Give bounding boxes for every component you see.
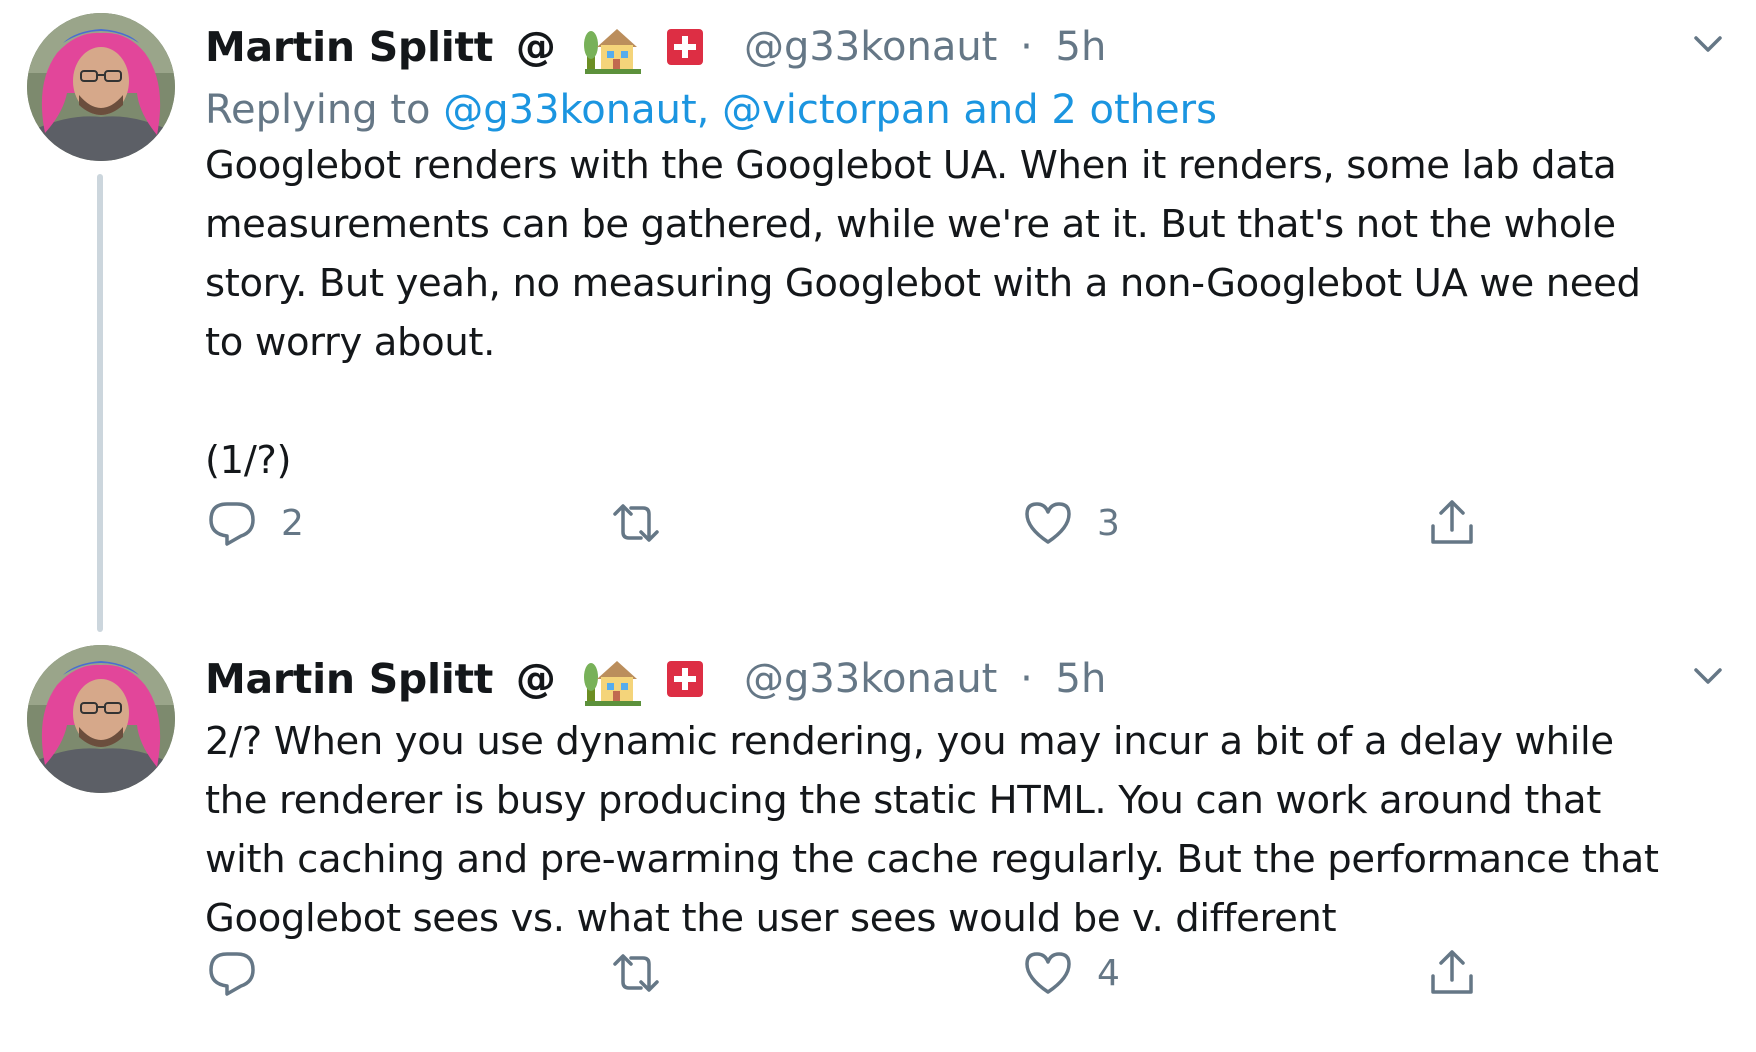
heart-icon	[1021, 496, 1075, 550]
share-button[interactable]	[1425, 943, 1479, 1003]
retweet-icon	[609, 946, 663, 1000]
house-with-garden-emoji-icon	[583, 651, 643, 707]
heart-icon	[1021, 946, 1075, 1000]
author-name-suffix: @	[515, 656, 556, 702]
reply-button[interactable]	[205, 943, 281, 1003]
retweet-icon	[609, 496, 663, 550]
retweet-button[interactable]	[609, 493, 685, 553]
replying-mentions-link[interactable]: @g33konaut, @victorpan and 2 others	[443, 87, 1217, 133]
tweet-header: Martin Splitt @ @g33konaut · 5h	[205, 14, 1106, 76]
tweet-text: Googlebot renders with the Googlebot UA.…	[205, 143, 1641, 483]
author-name[interactable]: Martin Splitt	[205, 648, 493, 710]
like-count: 3	[1097, 502, 1120, 544]
like-button[interactable]: 3	[1021, 493, 1120, 553]
separator-dot: ·	[1020, 656, 1033, 702]
chevron-down-icon[interactable]	[1688, 656, 1728, 696]
swiss-flag-emoji-icon	[665, 659, 705, 699]
reply-count: 2	[281, 502, 304, 544]
separator-dot: ·	[1020, 24, 1033, 70]
reply-icon	[205, 946, 259, 1000]
share-icon	[1425, 496, 1479, 550]
like-button[interactable]: 4	[1021, 943, 1120, 1003]
tweet[interactable]: Martin Splitt @ @g33konaut · 5h Replying…	[0, 0, 1756, 632]
like-count: 4	[1097, 952, 1120, 994]
reply-button[interactable]: 2	[205, 493, 304, 553]
avatar[interactable]	[27, 645, 175, 793]
replying-prefix: Replying to	[205, 87, 444, 133]
reply-icon	[205, 496, 259, 550]
tweet[interactable]: Martin Splitt @ @g33konaut · 5h 2/? When…	[0, 632, 1756, 1052]
house-with-garden-emoji-icon	[583, 19, 643, 75]
swiss-flag-emoji-icon	[665, 27, 705, 67]
thread-connector-line	[97, 174, 103, 632]
author-name-suffix: @	[515, 24, 556, 70]
author-handle[interactable]: @g33konaut	[744, 648, 997, 710]
tweet-actions: 4	[205, 943, 1505, 1003]
author-handle[interactable]: @g33konaut	[744, 16, 997, 78]
author-name[interactable]: Martin Splitt	[205, 16, 493, 78]
retweet-button[interactable]	[609, 943, 685, 1003]
avatar[interactable]	[27, 13, 175, 161]
chevron-down-icon[interactable]	[1688, 24, 1728, 64]
share-button[interactable]	[1425, 493, 1479, 553]
tweet-header: Martin Splitt @ @g33konaut · 5h	[205, 646, 1106, 708]
replying-to: Replying to @g33konaut, @victorpan and 2…	[205, 80, 1217, 140]
share-icon	[1425, 946, 1479, 1000]
timestamp[interactable]: 5h	[1056, 648, 1107, 710]
timestamp[interactable]: 5h	[1056, 16, 1107, 78]
tweet-actions: 2 3	[205, 493, 1505, 553]
tweet-text: 2/? When you use dynamic rendering, you …	[205, 719, 1659, 941]
